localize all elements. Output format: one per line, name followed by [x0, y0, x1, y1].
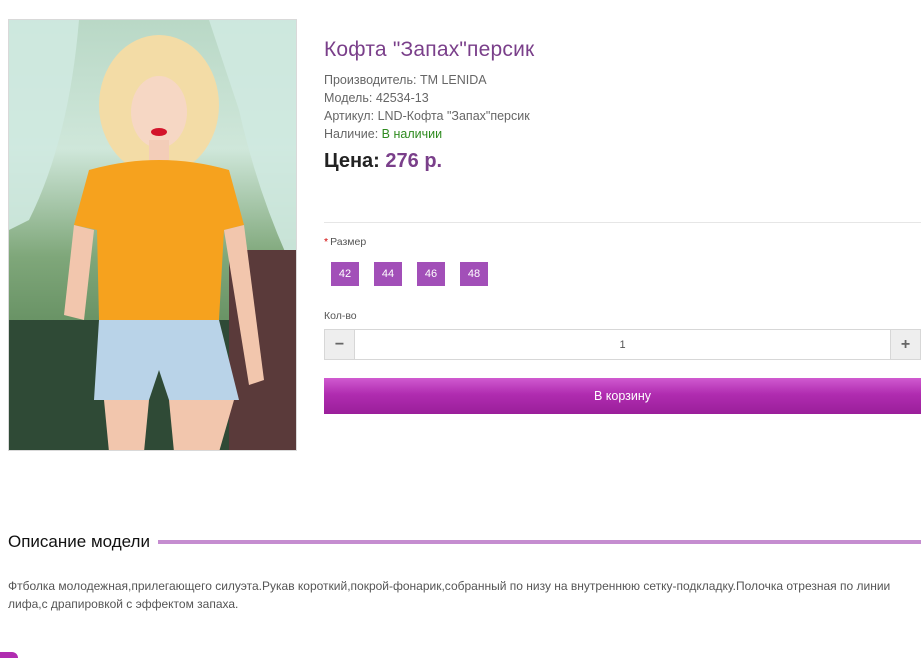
availability-label: Наличие: [324, 127, 379, 141]
quantity-label: Кол-во [324, 310, 357, 322]
manufacturer-row: Производитель: TM LENIDA [324, 71, 530, 89]
product-image[interactable] [8, 19, 297, 451]
price-label: Цена: [324, 150, 380, 172]
size-label-text: Размер [330, 236, 367, 248]
size-option-46[interactable]: 46 [417, 262, 445, 286]
product-meta: Производитель: TM LENIDA Модель: 42534-1… [324, 71, 530, 143]
description-header: Описание модели [8, 532, 921, 552]
manufacturer-label: Производитель: [324, 73, 417, 87]
availability-status: В наличии [381, 127, 443, 141]
add-to-cart-button[interactable]: В корзину [324, 378, 921, 414]
size-option-44[interactable]: 44 [374, 262, 402, 286]
size-options: 42 44 46 48 [331, 262, 488, 286]
size-label: * Размер [324, 236, 366, 248]
corner-decoration [0, 652, 18, 658]
availability-row: Наличие: В наличии [324, 125, 530, 143]
size-option-42[interactable]: 42 [331, 262, 359, 286]
model-value: 42534-13 [375, 91, 429, 105]
manufacturer-value: TM LENIDA [419, 73, 487, 87]
quantity-increase-button[interactable]: + [890, 329, 921, 360]
article-label: Артикул: [324, 109, 375, 123]
description-text: Фтболка молодежная,прилегающего силуэта.… [8, 579, 891, 611]
description-divider [157, 540, 921, 544]
divider [324, 222, 921, 223]
model-label: Модель: [324, 91, 373, 105]
description-heading: Описание модели [8, 532, 150, 551]
article-row: Артикул: LND-Кофта "Запах"персик [324, 107, 530, 125]
size-option-48[interactable]: 48 [460, 262, 488, 286]
model-row: Модель: 42534-13 [324, 89, 530, 107]
article-value: LND-Кофта "Запах"персик [377, 109, 530, 123]
quantity-input[interactable] [355, 329, 890, 360]
quantity-stepper: − + [324, 329, 921, 360]
product-photo-illustration [9, 20, 296, 450]
quantity-decrease-button[interactable]: − [324, 329, 355, 360]
product-title: Кофта "Запах"персик [324, 38, 535, 61]
price: Цена: 276 р. [324, 150, 442, 173]
required-mark: * [324, 236, 329, 248]
price-value: 276 р. [385, 150, 443, 172]
